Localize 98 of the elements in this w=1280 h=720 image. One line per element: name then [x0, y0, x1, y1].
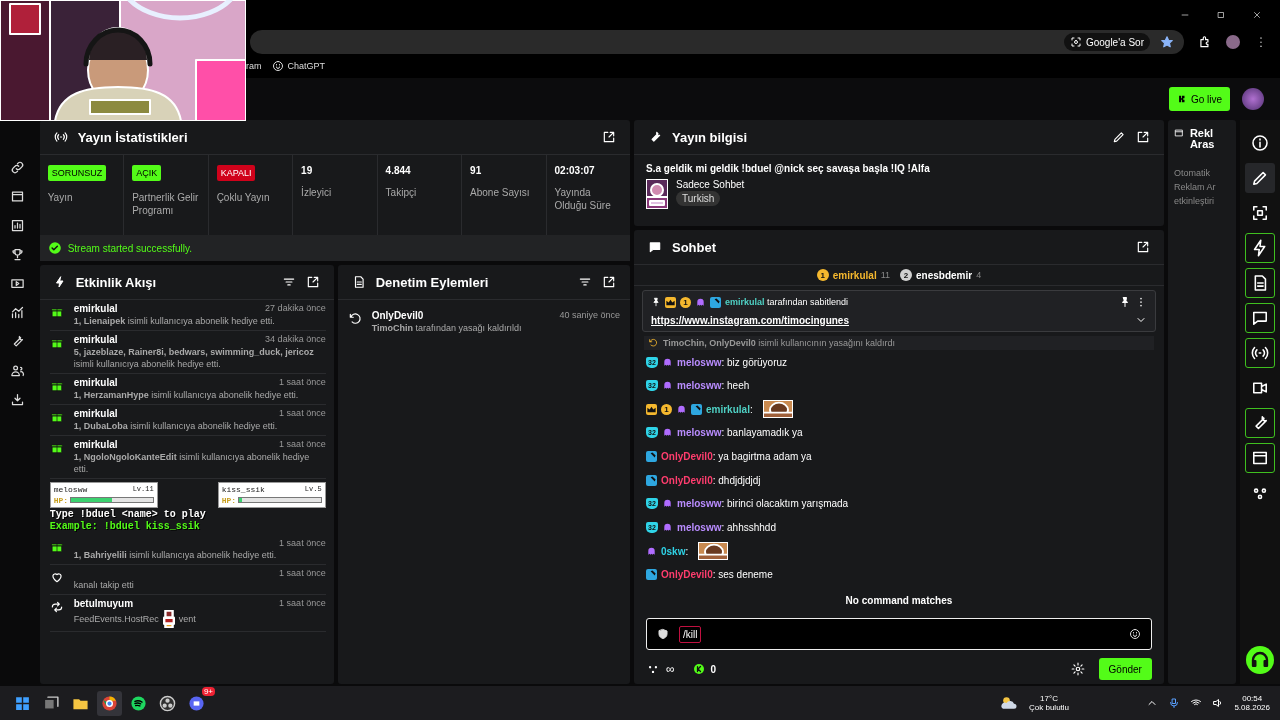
event-description: 1, Lienaipek isimli kullanıcıya abonelik hediye etti. — [73, 315, 275, 327]
event-username: betulmuyum — [73, 598, 134, 609]
command-text: /kill — [679, 625, 702, 643]
panel-title: Rekl Aras — [1189, 128, 1215, 150]
command-hint: No command matches — [845, 594, 953, 608]
leaderboard-count: 4 — [976, 270, 982, 280]
event-description: 1, DubaLoba isimli kullanıcıya abonelik hediye etti. — [73, 420, 278, 432]
stat-value: 91 — [470, 165, 482, 176]
event-username: emirkulal — [73, 408, 118, 419]
stat-label: Çoklu Yayın — [216, 191, 270, 204]
event-time: 1 saat önce — [279, 598, 326, 609]
stat-label: Partnerlik Gelir Programı — [132, 191, 200, 217]
panel-title: Sohbet — [672, 239, 717, 255]
tag[interactable]: Turkish — [676, 191, 721, 206]
panel-title: Yayın İstatistikleri — [77, 129, 188, 145]
go-live-button[interactable]: Go live — [1168, 87, 1230, 111]
rank-badge: 1 — [680, 296, 691, 308]
moderation-notice: TimoChin, OnlyDevil0 isimli kullanıcının yasağını kaldırdı — [663, 338, 895, 348]
game-instruction: Example: !bduel kiss_ssik — [49, 521, 201, 532]
event-username: emirkulal — [73, 334, 118, 345]
moderation-description: TimoChin tarafından yasağı kaldırıldı — [371, 322, 523, 334]
coin-count: 0 — [710, 663, 717, 675]
send-button[interactable]: Gönder — [1098, 658, 1152, 680]
event-username: emirkulal — [73, 303, 118, 314]
event-time: 1 saat önce — [279, 439, 326, 450]
stat-value: 19 — [301, 165, 313, 176]
chat-message: : ses deneme — [712, 569, 773, 581]
event-description: 5, jazeblaze, Rainer8i, bedwars, swimming_duck, jericoz isimli kullanıcıya abonelik hediye etti. — [73, 346, 315, 370]
event-username: emirkulal — [73, 439, 118, 450]
event-username: emirkulal — [73, 377, 118, 388]
stat-label: Yayında Olduğu Süre — [554, 186, 612, 212]
leaderboard-name: enesbdemir — [916, 269, 973, 281]
stat-label: Abone Sayısı — [470, 186, 530, 199]
player-name: melosww — [53, 485, 88, 494]
stream-title: S.a geldik mi geldik !bduel @nick seç savaşa başla !IQ !Alfa — [646, 163, 931, 174]
stat-label: Takipçi — [385, 186, 417, 199]
rank-badge: 1 — [661, 403, 672, 415]
panel-title: Denetim Eylemleri — [375, 274, 489, 290]
moderation-time: 40 saniye önce — [559, 310, 620, 321]
status-badge: AÇIK — [132, 165, 162, 181]
chat-username[interactable]: emirkulal — [706, 403, 750, 415]
ads-description: Otomatik Reklam Ar etkinleştiri — [1173, 167, 1217, 208]
event-description: kanalı takip etti — [73, 579, 134, 591]
chat-username[interactable]: OnlyDevil0 — [661, 569, 713, 581]
leaderboard-name: emirkulal — [832, 269, 877, 281]
chat-message: : ya bagirtma adam ya — [712, 451, 812, 463]
chat-input[interactable]: /kill — [646, 618, 1152, 650]
event-time: 1 saat önce — [279, 568, 326, 578]
chat-message: : banlayamadık ya — [721, 427, 803, 439]
event-description: 1, HerzamanHype isimli kullanıcıya abonelik hediye etti. — [73, 389, 299, 401]
chat-message: : ahhsshhdd — [721, 522, 776, 534]
chat-message: : heeh — [721, 380, 750, 392]
stat-value: 02:03:07 — [554, 165, 595, 176]
chat-message: : birinci olacaktım yarışmada — [721, 498, 849, 510]
event-time: 34 dakika önce — [265, 334, 326, 345]
clock-time[interactable]: 00:54 — [1242, 694, 1263, 703]
chat-message: : dhdjdjdjdj — [712, 474, 761, 486]
weather-condition: Çok bulutlu — [1029, 703, 1070, 712]
address-bar[interactable]: Google'a Sor — [250, 30, 1184, 54]
ask-google-button[interactable]: Google'a Sor — [1063, 33, 1150, 51]
chat-username[interactable]: OnlyDevil0 — [661, 474, 713, 486]
stat-value: 4.844 — [385, 165, 411, 176]
event-time: 27 dakika önce — [265, 303, 326, 314]
chat-message: : — [749, 403, 753, 415]
bookmark-link[interactable]: ram — [246, 61, 262, 71]
chat-username[interactable]: OnlyDevil0 — [661, 451, 713, 463]
notification-badge: 9+ — [201, 686, 215, 696]
success-message: Stream started successfully. — [67, 242, 192, 254]
event-time: 1 saat önce — [279, 377, 326, 388]
event-description: vent — [178, 613, 196, 625]
pinned-by-text: emirkulal tarafından sabitlendi — [725, 297, 849, 307]
stat-label: İzleyici — [301, 186, 332, 199]
event-description: 1, Bahriyelili isimli kullanıcıya abonelik hediye etti. — [73, 549, 277, 561]
chat-message: : — [685, 545, 689, 557]
hp-label: HP: — [53, 495, 69, 505]
leaderboard-count: 11 — [880, 270, 890, 280]
event-description: FeedEvents.HostRec — [73, 613, 159, 625]
status-badge: SORUNSUZ — [47, 165, 107, 181]
hp-label: HP: — [221, 495, 237, 505]
infinity-count: ∞ — [666, 662, 675, 676]
pinned-link[interactable]: https://www.instagram.com/timocingunes — [651, 314, 849, 326]
panel-title: Yayın bilgisi — [672, 129, 748, 145]
category-name[interactable]: Sadece Sohbet — [676, 179, 745, 190]
panel-title: Etkinlik Akışı — [75, 274, 157, 290]
event-description: 1, NgoloNgoloKanteEdit isimli kullanıcıya abonelik hediye etti. — [73, 451, 311, 475]
chat-message: : biz görüyoruz — [721, 356, 788, 368]
player-name: kiss_ssik — [221, 485, 265, 494]
event-time: 1 saat önce — [279, 538, 326, 548]
rank-badge: 1 — [816, 269, 829, 281]
rank-badge: 2 — [900, 269, 912, 281]
temperature: 17°C — [1040, 694, 1058, 703]
bookmark-link[interactable]: ChatGPT — [271, 60, 325, 72]
clock-date[interactable]: 5.08.2026 — [1234, 703, 1270, 712]
status-badge: KAPALI — [216, 165, 256, 181]
game-instruction: Type !bduel <name> to play — [49, 509, 207, 520]
event-time: 1 saat önce — [279, 408, 326, 419]
moderation-username: OnlyDevil0 — [371, 310, 424, 321]
stat-label: Yayın — [47, 191, 73, 204]
